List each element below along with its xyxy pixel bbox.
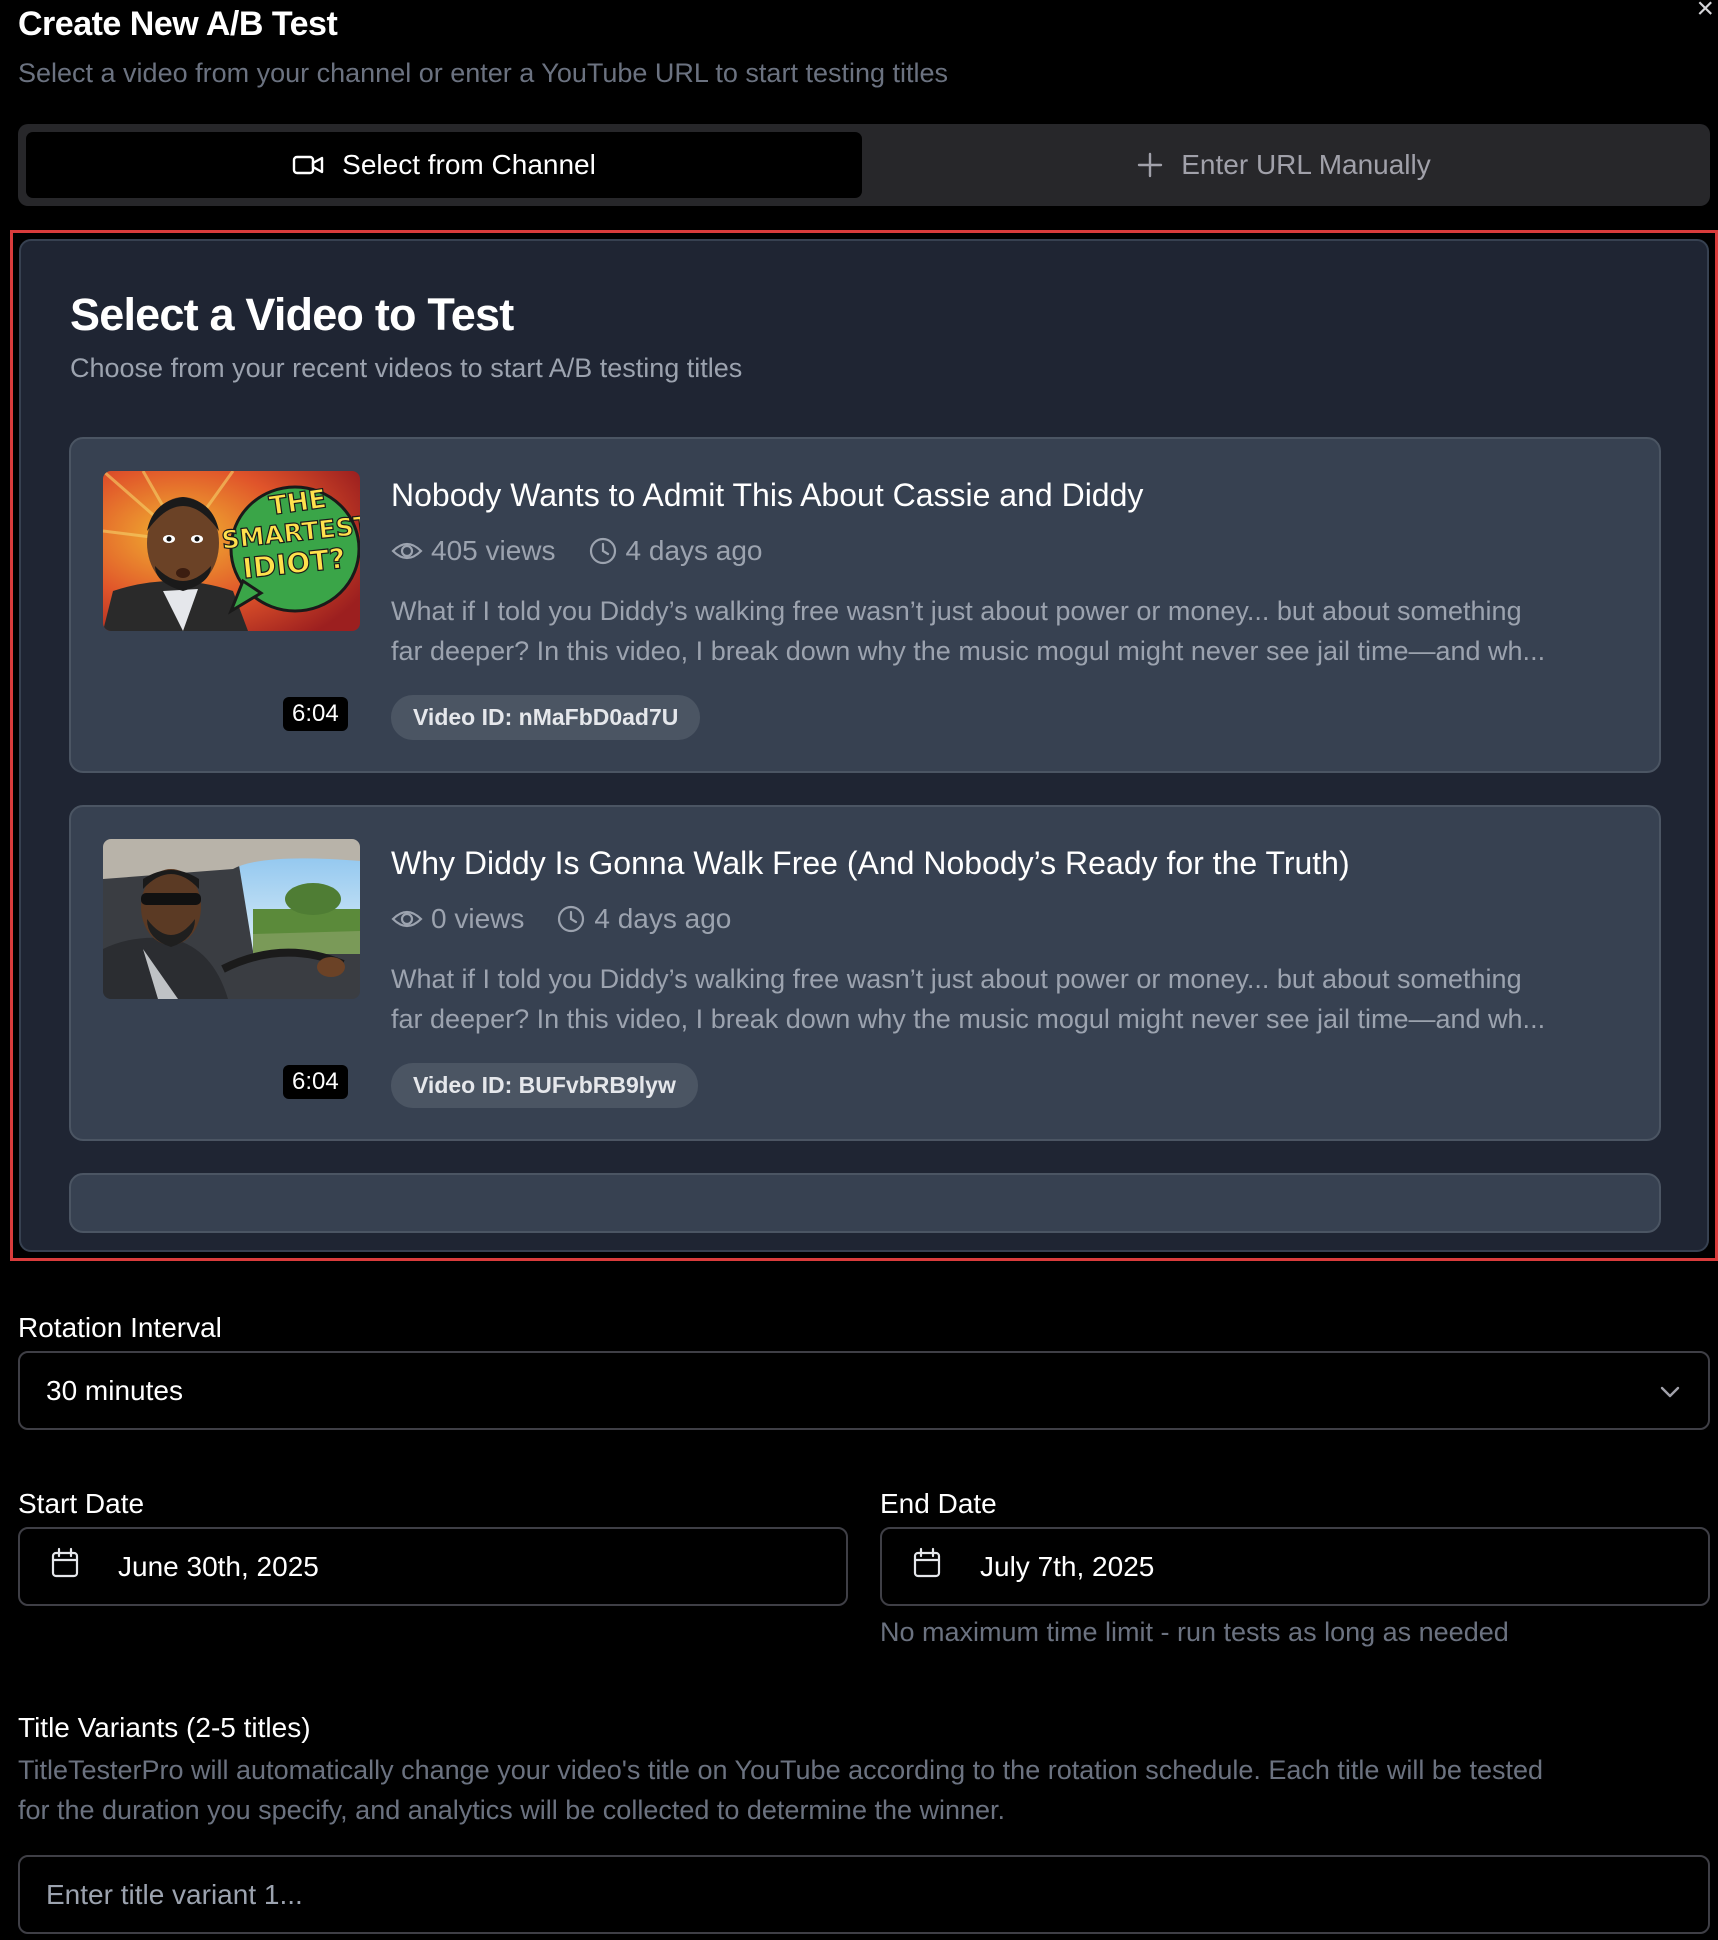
title-variants-label: Title Variants (2-5 titles) [18, 1712, 311, 1743]
start-date-value: June 30th, 2025 [118, 1550, 319, 1582]
video-id-badge: Video ID: nMaFbD0ad7U [391, 695, 701, 740]
panel-subtitle: Choose from your recent videos to start … [70, 353, 743, 383]
start-date-label: Start Date [18, 1488, 145, 1519]
end-date-picker[interactable]: July 7th, 2025 [880, 1527, 1710, 1606]
video-description: What if I told you Diddy’s walking free … [391, 596, 1546, 666]
video-meta: 405 views 4 days ago [391, 535, 795, 567]
video-card[interactable]: 6:04 Why Diddy Is Gonna Walk Free (And N… [69, 805, 1661, 1141]
source-tabs: Select from Channel Enter URL Manually [18, 124, 1710, 206]
close-icon[interactable]: × [1696, 0, 1714, 24]
start-date-picker[interactable]: June 30th, 2025 [18, 1527, 848, 1606]
eye-icon [391, 907, 423, 931]
tab-select-from-channel[interactable]: Select from Channel [26, 132, 862, 198]
tab-label: Enter URL Manually [1181, 149, 1431, 180]
dialog-subtitle: Select a video from your channel or ente… [18, 58, 949, 88]
create-ab-test-dialog: × Create New A/B Test Select a video fro… [0, 0, 1718, 1940]
video-age: 4 days ago [594, 903, 732, 934]
title-variant-1-input[interactable] [18, 1855, 1710, 1934]
tab-enter-url-manually[interactable]: Enter URL Manually [866, 132, 1702, 198]
video-description: What if I told you Diddy’s walking free … [391, 964, 1546, 1034]
dialog-title: Create New A/B Test [18, 5, 338, 43]
panel-title: Select a Video to Test [70, 289, 514, 340]
video-duration: 6:04 [283, 1065, 348, 1099]
rotation-interval-select[interactable]: 30 minutes [18, 1351, 1710, 1430]
clock-icon [556, 904, 586, 934]
video-views: 0 views [431, 903, 525, 934]
video-meta: 0 views 4 days ago [391, 903, 763, 935]
video-title: Nobody Wants to Admit This About Cassie … [391, 477, 1144, 513]
rotation-interval-value: 30 minutes [46, 1374, 183, 1406]
video-age: 4 days ago [625, 535, 763, 566]
video-card-partial[interactable] [69, 1173, 1661, 1233]
end-date-label: End Date [880, 1488, 997, 1519]
calendar-icon [912, 1547, 942, 1586]
video-duration: 6:04 [283, 697, 348, 731]
video-views: 405 views [431, 535, 556, 566]
chevron-down-icon [1658, 1375, 1682, 1407]
rotation-interval-label: Rotation Interval [18, 1312, 222, 1343]
video-selection-panel: Select a Video to Test Choose from your … [19, 239, 1709, 1252]
video-card[interactable]: THE SMARTEST IDIOT? 6:04 Nobody Wants to… [69, 437, 1661, 773]
video-camera-icon [292, 153, 324, 177]
tab-label: Select from Channel [342, 149, 596, 180]
plus-icon [1137, 152, 1163, 178]
end-date-value: July 7th, 2025 [980, 1550, 1155, 1582]
video-thumbnail [103, 839, 360, 999]
eye-icon [391, 539, 423, 563]
clock-icon [588, 536, 618, 566]
calendar-icon [50, 1547, 80, 1586]
video-id-badge: Video ID: BUFvbRB9lyw [391, 1063, 698, 1108]
end-date-hint: No maximum time limit - run tests as lon… [880, 1617, 1509, 1647]
video-thumbnail: THE SMARTEST IDIOT? [103, 471, 360, 631]
title-variants-help: TitleTesterPro will automatically change… [18, 1755, 1543, 1825]
video-title: Why Diddy Is Gonna Walk Free (And Nobody… [391, 845, 1350, 881]
